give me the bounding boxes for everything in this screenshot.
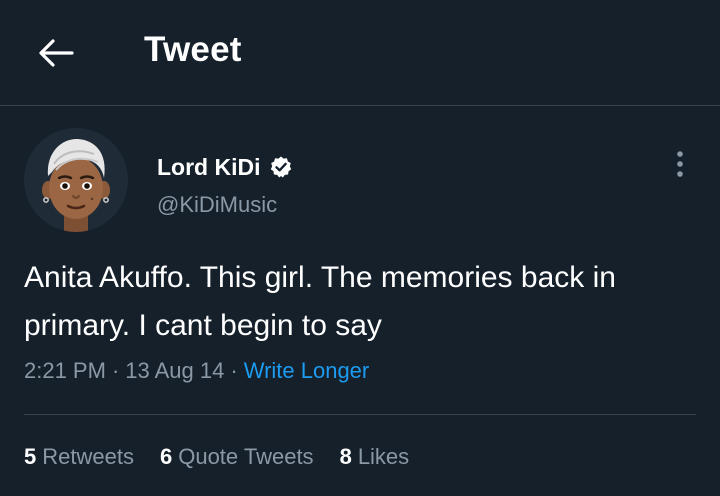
quote-tweets-count: 6	[159, 444, 173, 469]
stat-retweets[interactable]: 5 Retweets	[24, 444, 134, 470]
stat-quote-tweets[interactable]: 6 Quote Tweets	[160, 444, 314, 470]
tweet-time[interactable]: 2:21 PM	[24, 358, 106, 383]
author-name[interactable]: Lord KiDi	[157, 154, 261, 181]
author-name-row[interactable]: Lord KiDi	[157, 150, 293, 184]
author-handle[interactable]: @KiDiMusic	[157, 192, 277, 218]
back-button[interactable]	[28, 28, 84, 78]
top-bar: Tweet	[0, 0, 720, 106]
stat-likes[interactable]: 8 Likes	[340, 444, 410, 470]
divider	[24, 414, 696, 415]
separator-dot: ·	[111, 358, 120, 383]
more-options-button[interactable]	[664, 146, 696, 182]
avatar[interactable]	[24, 128, 128, 232]
more-vertical-icon	[677, 151, 683, 177]
retweets-label: Retweets	[42, 444, 134, 469]
memoji-avatar-image	[42, 138, 110, 232]
tweet-text: Anita Akuffo. This girl. The memories ba…	[24, 261, 616, 342]
engagement-stats: 5 Retweets 6 Quote Tweets 8 Likes	[24, 444, 435, 470]
tweet-metadata: 2:21 PM · 13 Aug 14 · Write Longer	[24, 358, 369, 384]
likes-count: 8	[339, 444, 352, 469]
quote-tweets-label: Quote Tweets	[178, 444, 314, 469]
separator-dot: ·	[230, 358, 238, 383]
tweet-source-link[interactable]: Write Longer	[244, 358, 370, 383]
retweets-count: 5	[24, 444, 37, 469]
tweet-page: Tweet Lord KiDi @KiDiMusic Anita Akuffo.…	[0, 0, 720, 496]
verified-badge-icon	[269, 155, 293, 179]
page-title: Tweet	[144, 30, 242, 69]
tweet-date[interactable]: 13 Aug 14	[125, 358, 224, 383]
likes-label: Likes	[357, 444, 410, 469]
arrow-left-icon	[39, 39, 74, 67]
